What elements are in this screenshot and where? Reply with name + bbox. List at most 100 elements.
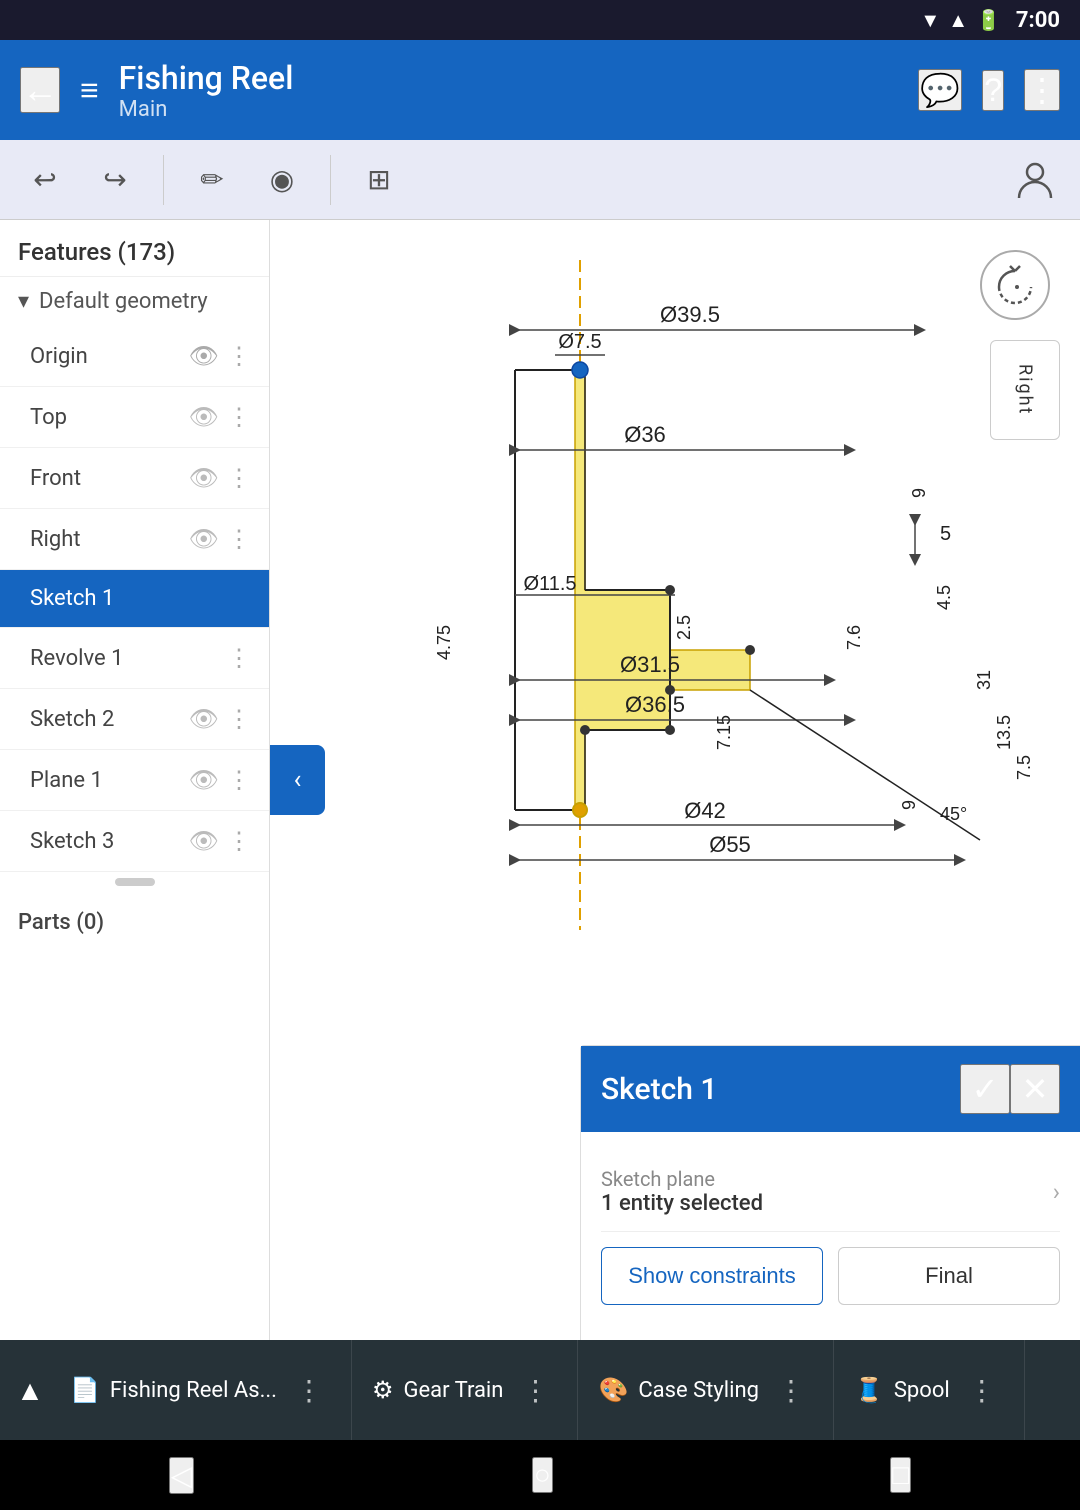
- sidebar-item-sketch3[interactable]: Sketch 3 👁 ⋮: [0, 811, 269, 872]
- eye-off-icon-sketch2[interactable]: 👁: [189, 705, 219, 733]
- sidebar-item-origin[interactable]: Origin 👁 ⋮: [0, 326, 269, 387]
- eye-off-icon-top[interactable]: 👁: [189, 403, 219, 431]
- svg-text:7.5: 7.5: [1014, 755, 1034, 780]
- eye-off-icon-front[interactable]: 👁: [189, 464, 219, 492]
- bottom-tabs: ▲ 📄 Fishing Reel As... ⋮ ⚙ Gear Train ⋮ …: [0, 1340, 1080, 1440]
- tab-more-2[interactable]: ⋮: [513, 1374, 557, 1407]
- svg-text:7.15: 7.15: [714, 715, 734, 750]
- sidebar-item-plane1[interactable]: Plane 1 👁 ⋮: [0, 750, 269, 811]
- eye-off-icon-right[interactable]: 👁: [189, 525, 219, 553]
- sketch1-label: Sketch 1: [30, 586, 251, 611]
- tab-spool[interactable]: 🧵 Spool ⋮: [834, 1340, 1025, 1440]
- right-label: Right: [30, 527, 189, 552]
- tab-more-1[interactable]: ⋮: [287, 1374, 331, 1407]
- comments-button[interactable]: 💬: [918, 69, 962, 111]
- sketch-panel: Sketch 1 ✓ ✕ Sketch plane 1 entity selec…: [580, 1045, 1080, 1340]
- topbar-actions: 💬 ? ⋮: [918, 69, 1060, 111]
- svg-text:9: 9: [899, 800, 919, 810]
- section-label: Default geometry: [39, 289, 208, 314]
- sidebar-item-top[interactable]: Top 👁 ⋮: [0, 387, 269, 448]
- more-icon-plane1[interactable]: ⋮: [227, 766, 251, 794]
- redo-button[interactable]: ↪: [85, 150, 145, 210]
- sketch-panel-title: Sketch 1: [601, 1072, 960, 1107]
- eye-off-icon-plane1[interactable]: 👁: [189, 766, 219, 794]
- sidebar-item-right[interactable]: Right 👁 ⋮: [0, 509, 269, 570]
- nav-home-button[interactable]: ○: [532, 1457, 553, 1493]
- svg-text:Ø7.5: Ø7.5: [558, 331, 601, 353]
- pencil-button[interactable]: ✏: [182, 150, 242, 210]
- globe-button[interactable]: ◉: [252, 150, 312, 210]
- tab-fishing-reel[interactable]: 📄 Fishing Reel As... ⋮: [50, 1340, 352, 1440]
- confirm-button[interactable]: ✓: [960, 1064, 1010, 1114]
- toolbar-right: [1005, 150, 1065, 210]
- origin-label: Origin: [30, 344, 189, 369]
- nav-recents-button[interactable]: □: [890, 1457, 911, 1493]
- back-button[interactable]: ←: [20, 67, 60, 113]
- more-icon-top[interactable]: ⋮: [227, 403, 251, 431]
- eye-off-icon-sketch3[interactable]: 👁: [189, 827, 219, 855]
- tab-doc-icon-3: 🎨: [598, 1376, 628, 1404]
- sketch-plane-row[interactable]: Sketch plane 1 entity selected ›: [601, 1152, 1060, 1232]
- svg-text:45°: 45°: [940, 804, 967, 824]
- more-icon-front[interactable]: ⋮: [227, 464, 251, 492]
- topbar: ← ≡ Fishing Reel Main 💬 ? ⋮: [0, 40, 1080, 140]
- sidebar-item-sketch1[interactable]: Sketch 1: [0, 570, 269, 628]
- front-label: Front: [30, 466, 189, 491]
- tab-label-2: Gear Train: [404, 1378, 504, 1403]
- default-geometry-section[interactable]: ▾ Default geometry: [0, 277, 269, 326]
- sidebar: Features (173) ▾ Default geometry Origin…: [0, 220, 270, 1340]
- tab-label-1: Fishing Reel As...: [110, 1378, 277, 1403]
- more-button[interactable]: ⋮: [1024, 69, 1060, 111]
- sketch-plane-title: Sketch plane: [601, 1167, 1053, 1191]
- sketch-plane-label-container: Sketch plane 1 entity selected: [601, 1167, 1053, 1216]
- svg-text:7.6: 7.6: [844, 625, 864, 650]
- top-label: Top: [30, 405, 189, 430]
- close-sketch-button[interactable]: ✕: [1010, 1064, 1060, 1114]
- dimensions-button[interactable]: ⊞: [349, 150, 409, 210]
- tab-label-4: Spool: [894, 1378, 950, 1403]
- sidebar-item-revolve1[interactable]: Revolve 1 ⋮: [0, 628, 269, 689]
- more-icon-sketch3[interactable]: ⋮: [227, 827, 251, 855]
- canvas-area: ‹ Right: [270, 220, 1080, 1340]
- svg-text:Ø39.5: Ø39.5: [660, 302, 720, 327]
- sidebar-item-sketch2[interactable]: Sketch 2 👁 ⋮: [0, 689, 269, 750]
- sketch-plane-value: 1 entity selected: [601, 1191, 1053, 1216]
- app-title: Fishing Reel: [119, 59, 899, 97]
- final-button[interactable]: Final: [838, 1247, 1060, 1305]
- wifi-icon: ▼: [920, 8, 940, 33]
- svg-text:5: 5: [940, 523, 951, 545]
- collapse-sidebar-button[interactable]: ‹: [270, 745, 325, 815]
- svg-text:Ø36.5: Ø36.5: [625, 692, 685, 717]
- eye-icon-origin[interactable]: 👁: [189, 342, 219, 370]
- svg-text:4.5: 4.5: [934, 585, 954, 610]
- sidebar-item-front[interactable]: Front 👁 ⋮: [0, 448, 269, 509]
- status-icons: ▼ ▲ 🔋: [920, 8, 1001, 33]
- technical-drawing: Ø39.5 Ø7.5 Ø36 Ø11.5 Ø31.5 Ø36.5 Ø42 Ø55: [330, 250, 1080, 950]
- status-time: 7:00: [1016, 8, 1060, 33]
- svg-text:4.75: 4.75: [434, 625, 454, 660]
- svg-text:Ø55: Ø55: [709, 832, 751, 857]
- svg-text:Ø36: Ø36: [624, 422, 666, 447]
- tab-more-4[interactable]: ⋮: [960, 1374, 1004, 1407]
- tab-more-3[interactable]: ⋮: [769, 1374, 813, 1407]
- sketch-plane-arrow: ›: [1053, 1178, 1060, 1206]
- more-icon-sketch2[interactable]: ⋮: [227, 705, 251, 733]
- project-icon: ≡: [80, 71, 99, 109]
- show-constraints-button[interactable]: Show constraints: [601, 1247, 823, 1305]
- svg-text:13.5: 13.5: [994, 715, 1014, 750]
- undo-button[interactable]: ↩: [15, 150, 75, 210]
- sketch3-label: Sketch 3: [30, 829, 189, 854]
- help-button[interactable]: ?: [982, 70, 1004, 111]
- tabs-up-button[interactable]: ▲: [0, 1374, 50, 1407]
- more-icon-revolve1[interactable]: ⋮: [227, 644, 251, 672]
- chevron-down-icon: ▾: [18, 289, 29, 314]
- person-icon: [1005, 150, 1065, 210]
- nav-back-button[interactable]: ◁: [169, 1457, 195, 1494]
- more-icon-origin[interactable]: ⋮: [227, 342, 251, 370]
- tab-gear-train[interactable]: ⚙ Gear Train ⋮: [352, 1340, 578, 1440]
- tab-case-styling[interactable]: 🎨 Case Styling ⋮: [578, 1340, 834, 1440]
- more-icon-right[interactable]: ⋮: [227, 525, 251, 553]
- svg-text:31: 31: [974, 670, 994, 690]
- status-bar: ▼ ▲ 🔋 7:00: [0, 0, 1080, 40]
- plane1-label: Plane 1: [30, 768, 189, 793]
